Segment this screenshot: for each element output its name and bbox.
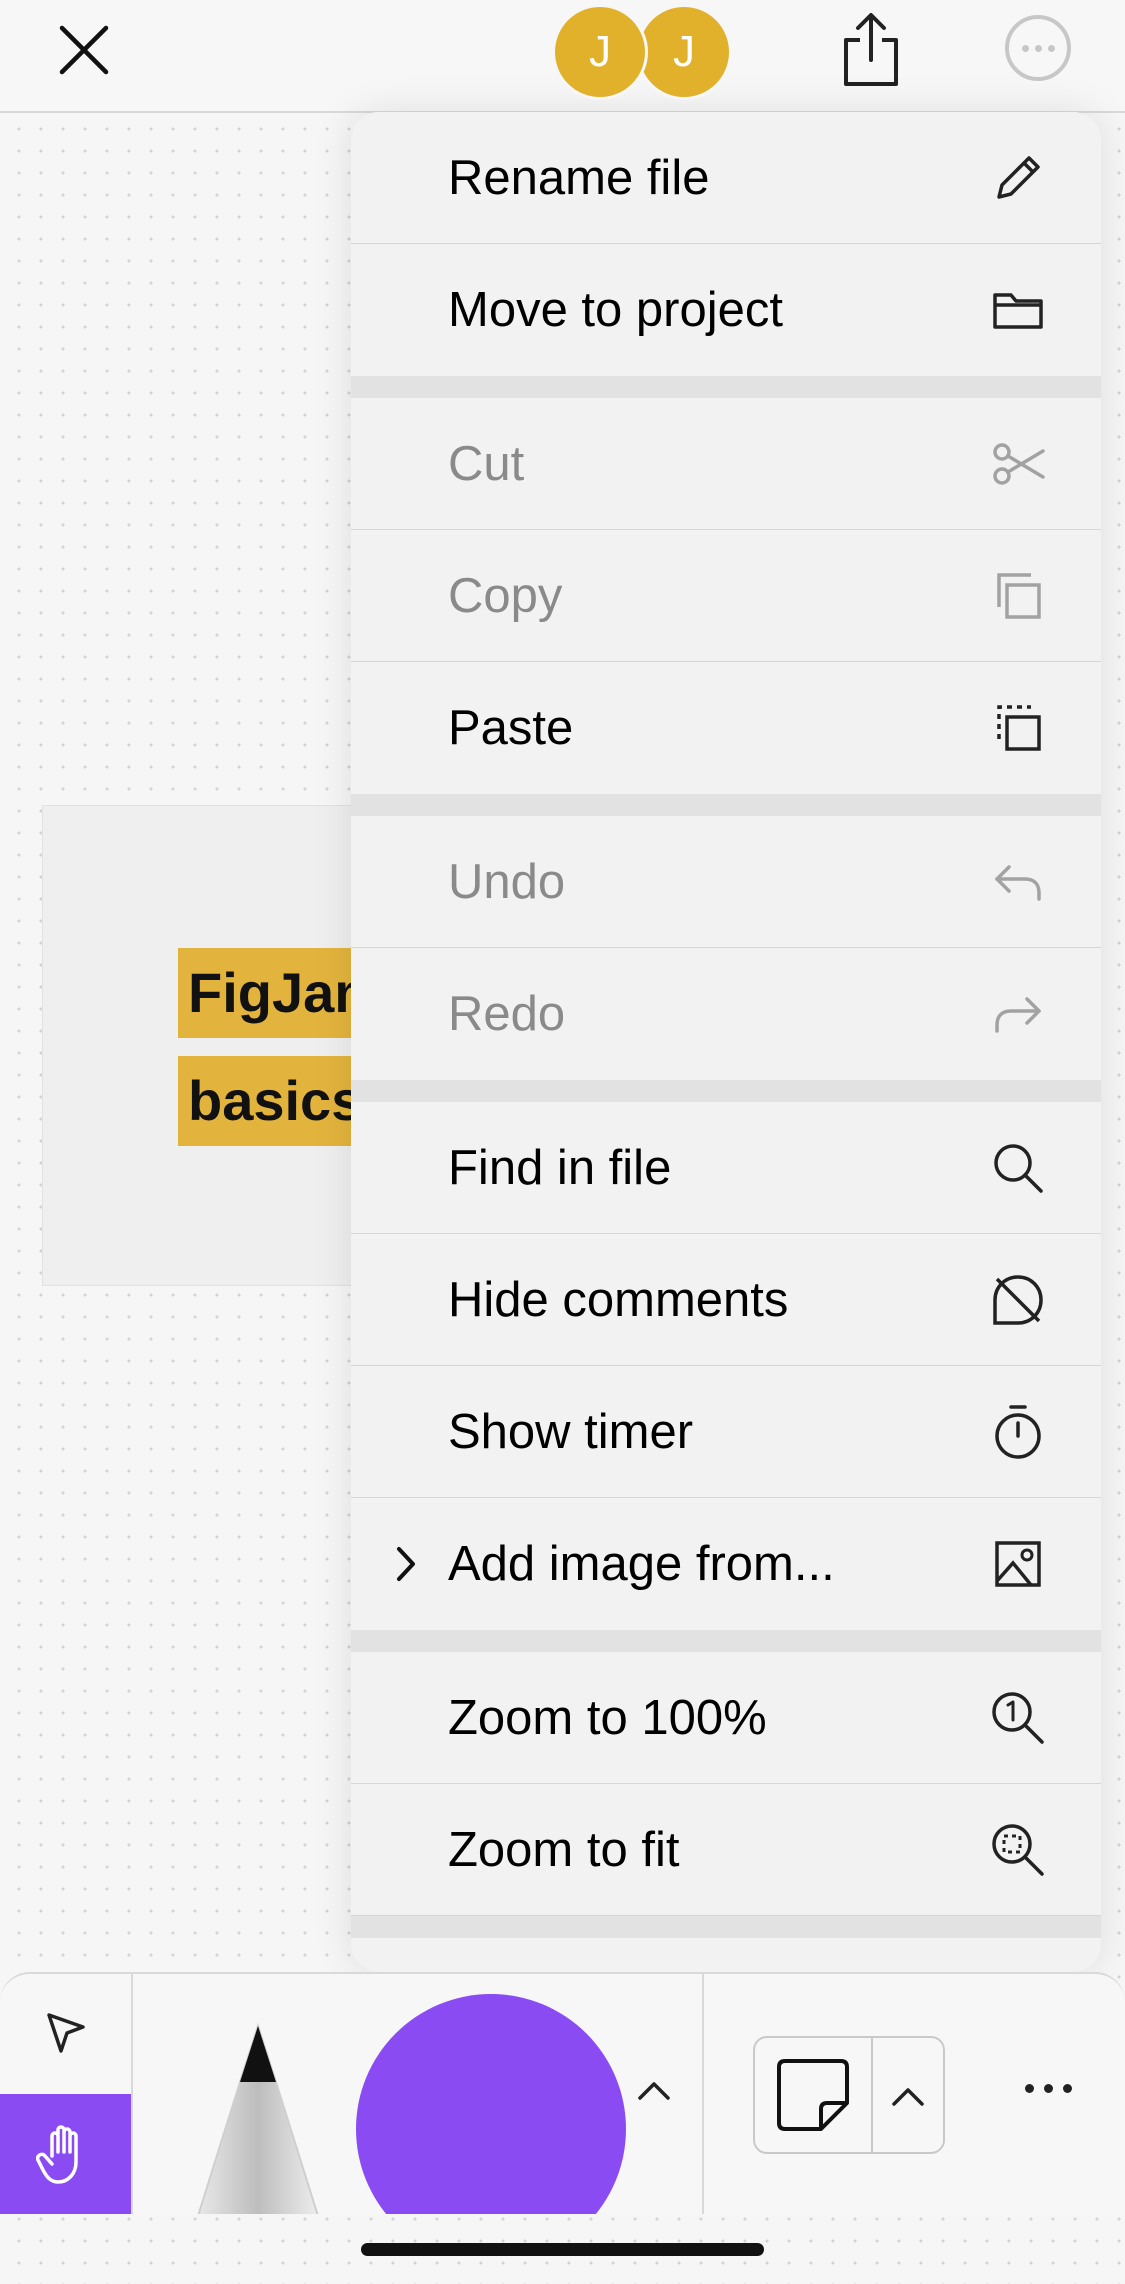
menu-item-move-to-project[interactable]: Move to project [351,244,1101,376]
menu-item-label: Add image from... [448,1537,835,1591]
avatar-initial: J [673,27,695,76]
timer-icon [995,1404,1041,1459]
sticky-options-button[interactable] [873,2038,943,2152]
cursor-icon [46,2013,85,2053]
sticky-note-button[interactable] [755,2038,873,2152]
menu-item-label: Paste [448,701,574,755]
chevron-up-icon [892,2088,924,2106]
zoom-100-icon [992,1691,1044,1744]
share-button[interactable] [838,10,904,90]
select-tool-button[interactable] [0,1974,131,2094]
top-bar: J J [0,0,1125,113]
menu-item-label: Undo [448,854,566,909]
menu-item-label: Zoom to 100% [448,1690,767,1745]
copy-icon [997,572,1041,619]
zoom-fit-icon [992,1823,1044,1876]
color-picker-button[interactable] [356,1994,626,2214]
menu-item-add-image-from[interactable]: Add image from... [351,1498,1101,1630]
board-section[interactable] [42,805,402,1286]
menu-item-label: Find in file [448,1140,672,1195]
close-icon [59,25,109,75]
ellipsis-dot [1063,2084,1072,2093]
menu-item-label: Zoom to fit [448,1822,680,1877]
sticky-note-icon [777,2059,849,2131]
menu-item-copy[interactable]: Copy [351,530,1101,662]
toolbar-divider [702,1974,704,2214]
folder-icon [993,293,1043,329]
menu-item-label: Hide comments [448,1272,789,1327]
toolbar-divider [131,1974,133,2214]
bottom-toolbar [0,1972,1125,2214]
menu-item-show-timer[interactable]: Show timer [351,1366,1101,1498]
menu-item-label: Move to project [448,283,783,337]
menu-item-hide-comments[interactable]: Hide comments [351,1234,1101,1366]
chevron-right-icon [397,1547,415,1581]
sticky-note-tool[interactable] [753,2036,945,2154]
menu-separator [351,376,1101,398]
more-options-button[interactable] [1005,15,1071,81]
ellipsis-dot [1021,44,1029,52]
hide-comments-icon [993,1274,1043,1325]
more-tools-button[interactable] [1025,2084,1072,2093]
ellipsis-dot [1047,44,1055,52]
image-icon [995,1541,1041,1587]
share-icon [844,13,898,86]
ellipsis-dot [1025,2084,1034,2093]
undo-icon [995,864,1041,901]
avatar[interactable]: J [552,4,648,100]
menu-item-rename-file[interactable]: Rename file [351,112,1101,244]
ellipsis-dot [1044,2084,1053,2093]
menu-item-zoom-to-fit[interactable]: Zoom to fit [351,1784,1101,1916]
pen-tool[interactable] [188,2022,328,2214]
avatar[interactable]: J [636,4,732,100]
paste-icon [997,705,1041,751]
menu-separator [351,1080,1101,1102]
menu-item-label: Redo [448,987,566,1041]
menu-item-label: Rename file [448,150,710,205]
menu-item-find-in-file[interactable]: Find in file [351,1102,1101,1234]
pencil-icon [997,155,1040,199]
menu-separator [351,1630,1101,1652]
menu-separator [351,794,1101,816]
scissors-icon [993,442,1045,485]
file-options-menu: Rename file Move to project Cut Copy Pas… [351,112,1101,1972]
hand-tool-button[interactable] [0,2094,131,2214]
hand-icon [35,2125,78,2184]
menu-item-undo[interactable]: Undo [351,816,1101,948]
menu-item-cut[interactable]: Cut [351,398,1101,530]
menu-separator [351,1916,1101,1938]
menu-item-label: Show timer [448,1404,694,1459]
redo-icon [995,997,1041,1033]
search-icon [994,1143,1043,1193]
close-button[interactable] [52,18,116,82]
menu-item-label: Copy [448,568,563,623]
menu-item-paste[interactable]: Paste [351,662,1101,794]
menu-item-label: Cut [448,436,525,491]
chevron-up-icon[interactable] [634,2074,674,2104]
avatar-initial: J [589,27,611,76]
home-indicator [361,2243,764,2256]
menu-item-redo[interactable]: Redo [351,948,1101,1080]
menu-item-zoom-100[interactable]: Zoom to 100% [351,1652,1101,1784]
ellipsis-dot [1034,44,1042,52]
